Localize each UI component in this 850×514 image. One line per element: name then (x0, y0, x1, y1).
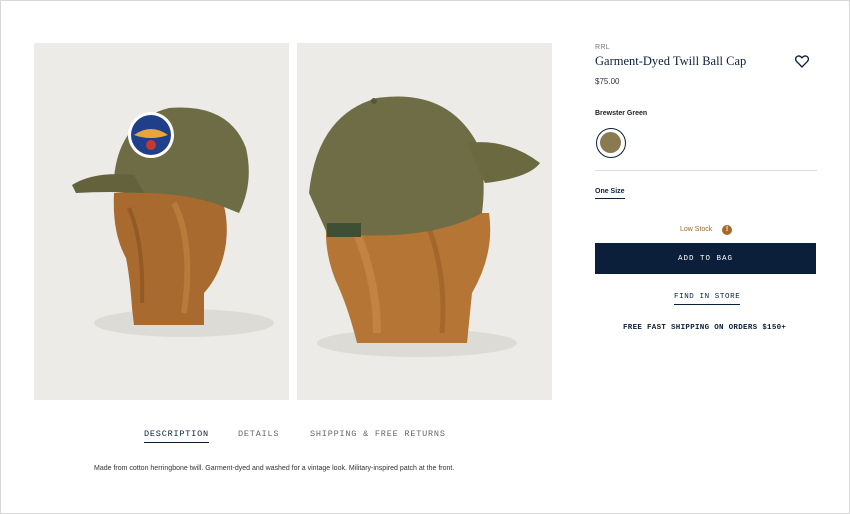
color-swatch-brewster-green[interactable] (596, 128, 626, 158)
shipping-note: FREE FAST SHIPPING ON ORDERS $150+ (623, 324, 787, 332)
color-label: Brewster Green (595, 110, 648, 117)
add-to-bag-button[interactable]: ADD TO BAG (595, 243, 816, 274)
size-option-one-size[interactable]: One Size (595, 188, 625, 199)
product-brand: RRL (595, 44, 610, 51)
tab-details[interactable]: DETAILS (238, 429, 279, 439)
tab-description[interactable]: DESCRIPTION (144, 429, 209, 443)
low-stock-alert-icon: ! (722, 225, 732, 235)
find-in-store-link[interactable]: FIND IN STORE (674, 293, 741, 305)
product-price: $75.00 (595, 77, 620, 86)
tab-shipping-returns[interactable]: SHIPPING & FREE RETURNS (310, 429, 446, 439)
product-image-back[interactable] (297, 43, 552, 400)
product-title: Garment-Dyed Twill Ball Cap (595, 54, 747, 68)
cap-front-illustration (72, 107, 274, 337)
product-image-front[interactable] (34, 43, 289, 400)
divider (595, 170, 817, 171)
wishlist-heart-icon[interactable] (795, 55, 809, 68)
swatch-fill (600, 132, 621, 153)
cap-back-illustration (309, 96, 540, 357)
stock-status: Low Stock (680, 226, 713, 233)
product-description: Made from cotton herringbone twill. Garm… (94, 465, 455, 472)
